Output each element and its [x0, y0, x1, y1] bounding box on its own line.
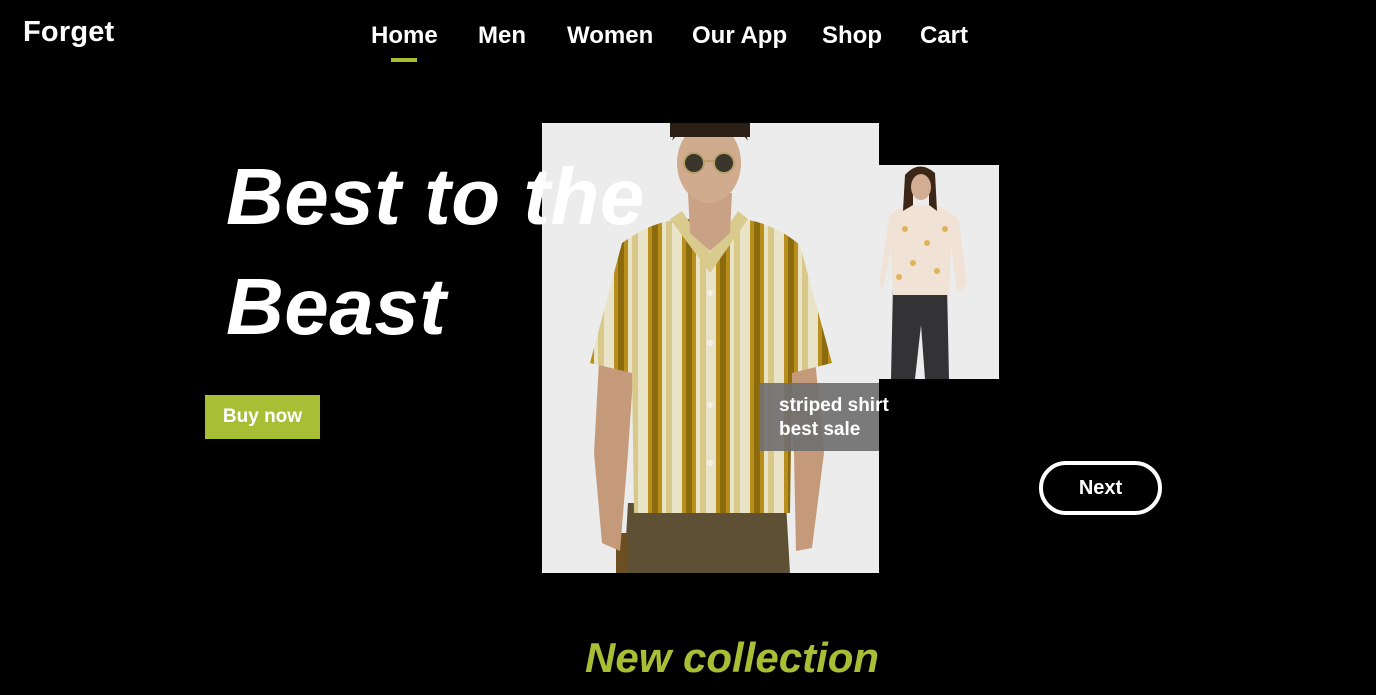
hero-title-line-2: Beast: [226, 262, 447, 351]
woman-floral-blouse-photo: [879, 165, 999, 379]
nav-item-cart[interactable]: Cart: [920, 22, 968, 50]
caption-line-2: best sale: [779, 419, 861, 440]
nav-item-label: Women: [567, 22, 654, 49]
caption-line-1: striped shirt: [779, 395, 889, 416]
main-nav: Home Men Women Our App Shop Cart: [0, 22, 1376, 72]
nav-item-label: Shop: [822, 22, 882, 49]
buy-now-button[interactable]: Buy now: [205, 395, 320, 439]
hero-title-line-1: Best to the: [226, 152, 645, 241]
nav-item-label: Cart: [920, 22, 969, 49]
nav-item-home[interactable]: Home: [371, 22, 438, 62]
product-caption: striped shirt best sale: [759, 383, 889, 451]
nav-item-men[interactable]: Men: [478, 22, 526, 50]
nav-item-label: Home: [371, 22, 438, 49]
section-title: New collection: [585, 634, 880, 681]
nav-item-label: Our App: [692, 22, 788, 49]
next-button[interactable]: Next: [1039, 461, 1162, 515]
hero-title: Best to the Beast: [226, 142, 645, 362]
page: Forget Home Men Women Our App Shop Cart …: [0, 0, 1376, 695]
secondary-product-image[interactable]: [879, 165, 999, 379]
nav-item-label: Men: [478, 22, 526, 49]
nav-item-shop[interactable]: Shop: [822, 22, 882, 50]
nav-item-our-app[interactable]: Our App: [692, 22, 787, 50]
nav-item-women[interactable]: Women: [567, 22, 653, 50]
active-indicator: [391, 58, 418, 62]
